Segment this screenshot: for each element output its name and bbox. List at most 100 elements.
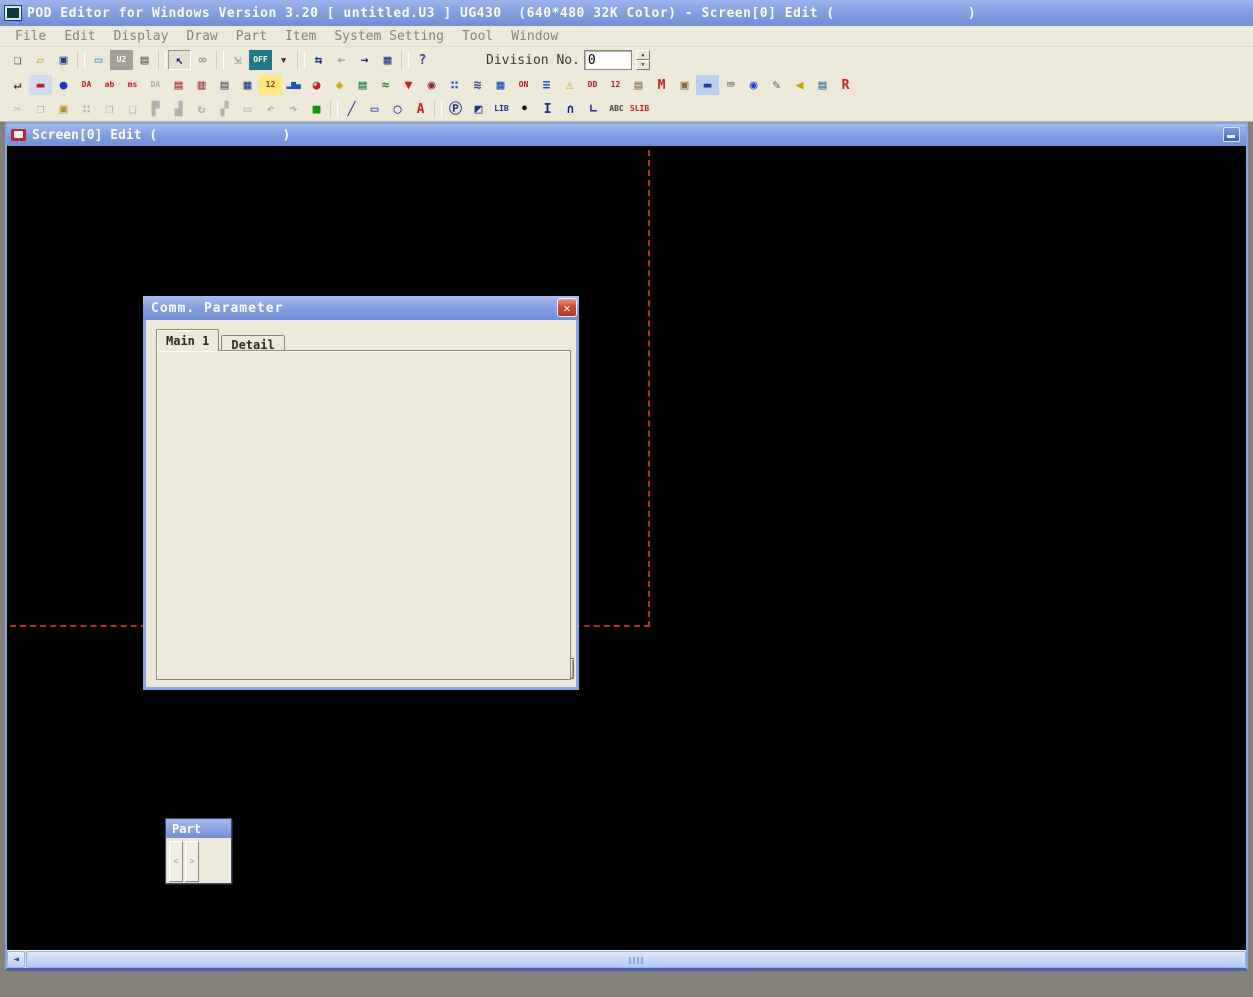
slib-icon[interactable]: SLIB [628, 99, 651, 119]
parts-place-icon[interactable]: Ⓟ [444, 99, 467, 119]
select-cursor-icon[interactable]: ↖ [168, 50, 191, 70]
entry-screen-icon[interactable]: ▥ [190, 75, 213, 95]
send-back-icon[interactable]: ▟ [167, 99, 190, 119]
paste-icon[interactable]: ▣ [52, 99, 75, 119]
trend-graph-icon[interactable]: ≈ [374, 75, 397, 95]
document-edit-icon[interactable]: ✎ [765, 75, 788, 95]
align-icon[interactable]: ▞ [213, 99, 236, 119]
message-display-icon[interactable]: ms [121, 75, 144, 95]
panel-meter-icon[interactable]: ◈ [328, 75, 351, 95]
zoom-icon[interactable]: ∞ [191, 50, 214, 70]
report-icon[interactable]: ▤ [811, 75, 834, 95]
group-icon[interactable]: ❒ [98, 99, 121, 119]
overlap-screen-icon[interactable]: ↵ [6, 75, 29, 95]
screen-transfer-icon[interactable]: ▭ [87, 50, 110, 70]
rect-tool-icon[interactable]: ▭ [363, 99, 386, 119]
macro-icon[interactable]: M [650, 75, 673, 95]
menu-edit[interactable]: Edit [55, 27, 104, 46]
pie-graph-icon[interactable]: ◕ [305, 75, 328, 95]
data-sampling-icon[interactable]: ▤ [351, 75, 374, 95]
new-file-icon[interactable]: ❏ [6, 50, 29, 70]
off-dropdown-arrow[interactable]: ▾ [272, 50, 295, 70]
copy-icon[interactable]: ❐ [29, 99, 52, 119]
save-icon[interactable]: ▣ [52, 50, 75, 70]
keyboard-icon[interactable]: ⌨ [719, 75, 742, 95]
memo-pad-icon[interactable]: ▤ [627, 75, 650, 95]
cut-icon[interactable]: ✂ [6, 99, 29, 119]
screen-call-icon[interactable]: ▬ [696, 75, 719, 95]
audio-icon[interactable]: ◀ [788, 75, 811, 95]
redo-icon[interactable]: ↷ [282, 99, 305, 119]
menu-window[interactable]: Window [502, 27, 567, 46]
menu-item[interactable]: Item [276, 27, 325, 46]
ungroup-icon[interactable]: ❑ [121, 99, 144, 119]
text-display-icon[interactable]: ab [98, 75, 121, 95]
alarm-part-icon[interactable]: ▼ [397, 75, 420, 95]
minimize-button[interactable] [1223, 127, 1240, 142]
frame-place-icon[interactable]: ▭ [236, 99, 259, 119]
onoff-display-icon[interactable]: ON [512, 75, 535, 95]
calculator-part-icon[interactable]: ▦ [236, 75, 259, 95]
open-folder-icon[interactable]: ▱ [29, 50, 52, 70]
lamp-icon[interactable]: ● [52, 75, 75, 95]
data-display-icon[interactable]: DA [75, 75, 98, 95]
library-icon[interactable]: LIB [490, 99, 513, 119]
graph-sampling-icon[interactable]: ≋ [466, 75, 489, 95]
statistic-graph-icon[interactable]: ◉ [420, 75, 443, 95]
help-icon[interactable]: ? [411, 50, 434, 70]
simulator-icon[interactable]: ▦ [376, 50, 399, 70]
recipe-icon[interactable]: R [834, 75, 857, 95]
base-screen-icon[interactable]: ▬ [29, 75, 52, 95]
spinner-down-icon[interactable]: ▼ [636, 60, 650, 70]
menu-draw[interactable]: Draw [177, 27, 226, 46]
prev-screen-icon[interactable]: ← [330, 50, 353, 70]
fill-paint-icon[interactable]: ◩ [467, 99, 490, 119]
off-display-icon[interactable]: OFF [249, 50, 272, 70]
part-prev-button[interactable]: < [169, 841, 183, 882]
screen-jump-icon[interactable]: ⇲ [226, 50, 249, 70]
text-tool-icon[interactable]: A [409, 99, 432, 119]
bar-graph-icon[interactable]: ▂▆▄ [282, 75, 305, 95]
video-icon[interactable]: ◉ [742, 75, 765, 95]
menu-tool[interactable]: Tool [453, 27, 502, 46]
list-display-icon[interactable]: ≡ [535, 75, 558, 95]
switch-direction-icon[interactable]: ⇆ [307, 50, 330, 70]
print-icon[interactable]: ▤ [133, 50, 156, 70]
division-input[interactable] [584, 50, 632, 70]
scroll-left-icon[interactable]: ◄ [7, 951, 25, 968]
rotate-icon[interactable]: ↻ [190, 99, 213, 119]
arc-tool-icon[interactable]: ∩ [559, 99, 582, 119]
multi-copy-icon[interactable]: ∷ [75, 99, 98, 119]
spinner-up-icon[interactable]: ▲ [636, 50, 650, 60]
close-icon[interactable]: ✕ [557, 298, 577, 317]
comment-display-icon[interactable]: ▤ [213, 75, 236, 95]
date-display-icon[interactable]: DD [581, 75, 604, 95]
next-screen-icon[interactable]: → [353, 50, 376, 70]
menu-display[interactable]: Display [105, 27, 178, 46]
data-block-icon[interactable]: DA [144, 75, 167, 95]
data-table-icon[interactable]: ▦ [489, 75, 512, 95]
ellipse-tool-icon[interactable]: ◯ [386, 99, 409, 119]
undo-icon[interactable]: ↶ [259, 99, 282, 119]
menu-system-setting[interactable]: System Setting [325, 27, 453, 46]
window-display-icon[interactable]: ▣ [673, 75, 696, 95]
item-view-icon[interactable]: ■ [305, 99, 328, 119]
tab-main-1[interactable]: Main 1 [156, 329, 219, 351]
bring-front-icon[interactable]: ▛ [144, 99, 167, 119]
entry-keypad-icon[interactable]: ▤ [167, 75, 190, 95]
color-matrix-icon[interactable]: ∷ [443, 75, 466, 95]
scale-l-icon[interactable]: ∟ [582, 99, 605, 119]
dot-tool-icon[interactable]: • [513, 99, 536, 119]
multi-text-icon[interactable]: ABC [605, 99, 628, 119]
line-tool-icon[interactable]: ╱ [340, 99, 363, 119]
menu-part[interactable]: Part [227, 27, 276, 46]
alarm-bell-icon[interactable]: ⚠ [558, 75, 581, 95]
menu-file[interactable]: File [6, 27, 55, 46]
u2-file-icon[interactable]: U2 [110, 50, 133, 70]
part-next-button[interactable]: > [185, 841, 199, 882]
time-display-icon[interactable]: 12 [604, 75, 627, 95]
scale-v-icon[interactable]: I [536, 99, 559, 119]
scrollbar-thumb[interactable] [26, 951, 1246, 968]
horizontal-scrollbar[interactable]: ◄ [7, 950, 1246, 968]
calendar-icon[interactable]: 12 [259, 75, 282, 95]
